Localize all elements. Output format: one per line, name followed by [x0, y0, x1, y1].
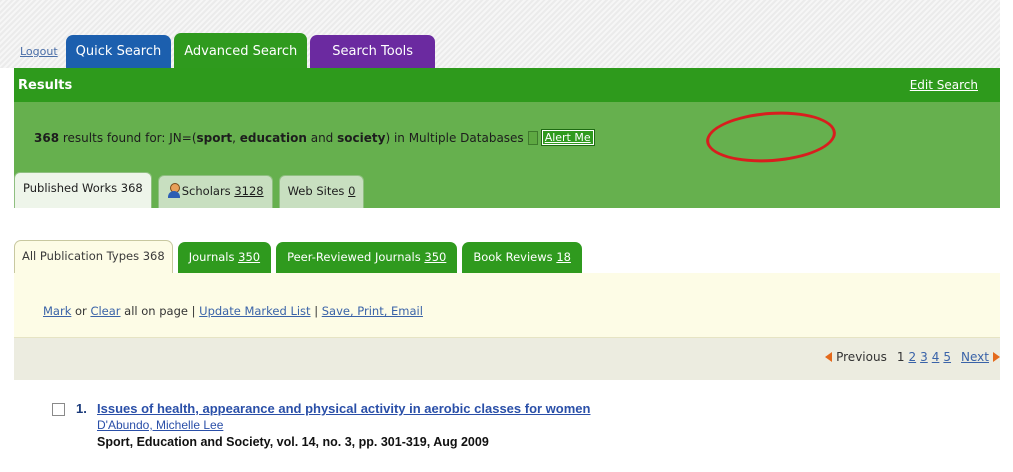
mark-actions: Mark or Clear all on page | Update Marke… — [43, 304, 423, 318]
update-marked-list-link[interactable]: Update Marked List — [199, 304, 310, 318]
alert-icon — [527, 130, 538, 145]
results-found-text: results found for: JN=( — [59, 130, 197, 145]
tab-web-sites[interactable]: Web Sites 0 — [278, 175, 365, 208]
tab-web-sites-count[interactable]: 0 — [348, 184, 355, 198]
mark-separator: | — [310, 304, 322, 318]
tab-peer-reviewed-count[interactable]: 350 — [424, 250, 446, 264]
mark-link[interactable]: Mark — [43, 304, 71, 318]
tab-web-sites-label: Web Sites — [287, 184, 349, 198]
tab-book-reviews[interactable]: Book Reviews 18 — [462, 242, 582, 273]
tab-advanced-search[interactable]: Advanced Search — [174, 33, 308, 68]
app-frame: Logout Quick Search Advanced Search Sear… — [0, 0, 1013, 472]
publication-type-tabs: All Publication Types 368 Journals 350 P… — [14, 240, 587, 273]
tab-journals-label: Journals — [188, 250, 239, 264]
tab-published-works-label: Published Works 368 — [23, 181, 143, 195]
tab-book-reviews-label: Book Reviews — [473, 250, 557, 264]
result-number: 1. — [76, 401, 87, 416]
all-on-page-text: all on page | — [120, 304, 200, 318]
tab-all-publication-types[interactable]: All Publication Types 368 — [14, 240, 173, 273]
source-tabs: Published Works 368 Scholars 3128 Web Si… — [14, 172, 370, 208]
results-summary: 368 results found for: JN=( sport , educ… — [34, 129, 595, 146]
results-bar: Results Edit Search — [14, 68, 1000, 102]
query-term-society: society — [337, 130, 386, 145]
tab-scholars-label: Scholars — [181, 184, 235, 198]
tab-scholars-count[interactable]: 3128 — [234, 184, 263, 198]
save-print-email-link[interactable]: Save, Print, Email — [322, 304, 423, 318]
result-author-link[interactable]: D'Abundo, Michelle Lee — [97, 418, 223, 432]
page-link[interactable]: 3 — [920, 350, 928, 364]
tab-search-tools[interactable]: Search Tools — [310, 35, 436, 68]
tab-all-publication-types-label: All Publication Types 368 — [22, 249, 165, 263]
pagination: Previous 1 2 3 4 5 Next — [825, 350, 1000, 364]
page-edge — [1000, 0, 1013, 472]
page-current: 1 — [896, 350, 905, 364]
page-link[interactable]: 4 — [932, 350, 940, 364]
page-link[interactable]: 2 — [908, 350, 916, 364]
result-source: Sport, Education and Society, vol. 14, n… — [97, 435, 489, 449]
query-term-sport: sport — [196, 130, 233, 145]
main-tabs: Logout Quick Search Advanced Search Sear… — [14, 33, 438, 68]
tab-peer-reviewed[interactable]: Peer-Reviewed Journals 350 — [276, 242, 458, 273]
clear-link[interactable]: Clear — [90, 304, 120, 318]
query-scope: in Multiple Databases — [390, 130, 524, 145]
query-and: and — [306, 130, 338, 145]
result-title-link[interactable]: Issues of health, appearance and physica… — [97, 401, 590, 416]
tab-peer-reviewed-label: Peer-Reviewed Journals — [287, 250, 425, 264]
query-separator: , — [232, 130, 240, 145]
tab-published-works[interactable]: Published Works 368 — [14, 172, 152, 208]
alert-me-link[interactable]: Alert Me — [540, 129, 595, 146]
logout-link[interactable]: Logout — [14, 45, 66, 68]
tab-book-reviews-count[interactable]: 18 — [556, 250, 571, 264]
tab-journals-count[interactable]: 350 — [238, 250, 260, 264]
tab-journals[interactable]: Journals 350 — [177, 242, 272, 273]
page-link[interactable]: 5 — [943, 350, 951, 364]
previous-arrow-icon — [825, 352, 833, 362]
edit-search-link[interactable]: Edit Search — [910, 78, 978, 92]
mark-or: or — [71, 304, 91, 318]
next-link[interactable]: Next — [961, 350, 989, 364]
tab-scholars[interactable]: Scholars 3128 — [157, 175, 273, 208]
previous-label: Previous — [836, 350, 887, 364]
next-arrow-icon — [993, 352, 1000, 362]
results-count: 368 — [34, 130, 60, 145]
query-term-education: education — [239, 130, 307, 145]
result-checkbox[interactable] — [52, 403, 65, 416]
results-title: Results — [18, 77, 73, 93]
tab-quick-search[interactable]: Quick Search — [65, 35, 172, 68]
scholar-person-icon — [167, 183, 181, 198]
